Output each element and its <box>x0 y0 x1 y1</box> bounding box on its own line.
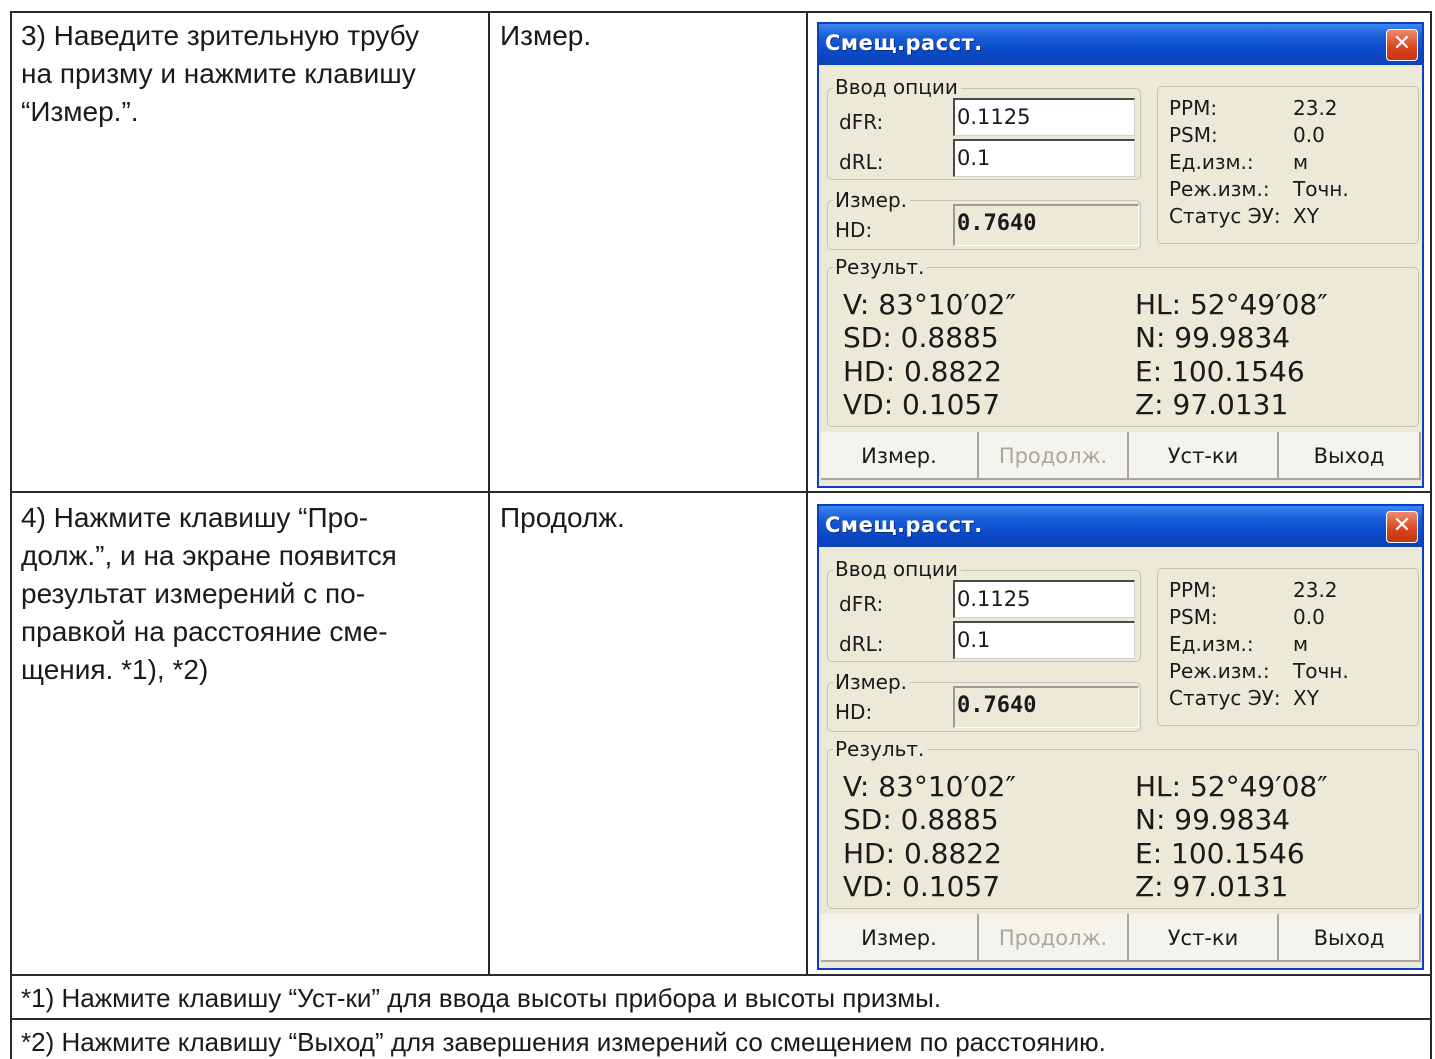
hd-label: HD: <box>835 218 873 242</box>
exit-button[interactable]: Выход <box>1279 432 1421 480</box>
ppm-value: 23.2 <box>1293 578 1338 602</box>
offset-distance-dialog: Смещ.расст. ✕ Ввод опции dFR: 0.1125 dRL… <box>817 22 1424 488</box>
unit-value: м <box>1293 632 1309 656</box>
result-v: V: 83°10′02″ <box>843 288 1016 321</box>
hd-label: HD: <box>835 700 873 724</box>
dialog-title: Смещ.расст. <box>825 31 983 55</box>
drl-input[interactable]: 0.1 <box>953 621 1135 659</box>
footnote-1: *1) Нажмите клавишу “Уст-ки” для ввода в… <box>21 983 942 1013</box>
button-bar: Измер. Продолж. Уст-ки Выход <box>821 432 1421 482</box>
status-value: XY <box>1293 686 1319 710</box>
close-icon[interactable]: ✕ <box>1386 511 1418 543</box>
exit-button[interactable]: Выход <box>1279 914 1421 962</box>
settings-button[interactable]: Уст-ки <box>1129 914 1279 962</box>
dialog-title: Смещ.расст. <box>825 513 983 537</box>
offset-distance-dialog: Смещ.расст. ✕ Ввод опции dFR: 0.1125 dRL… <box>817 504 1424 970</box>
measure-button[interactable]: Измер. <box>821 432 979 480</box>
measure-button[interactable]: Измер. <box>821 914 979 962</box>
result-sd: SD: 0.8885 <box>843 321 999 354</box>
dialog-titlebar: Смещ.расст. ✕ <box>819 24 1422 65</box>
status-value: XY <box>1293 204 1319 228</box>
result-hd: HD: 0.8822 <box>843 355 1002 388</box>
row-divider <box>10 974 1432 976</box>
settings-button[interactable]: Уст-ки <box>1129 432 1279 480</box>
column-divider <box>806 11 808 976</box>
result-hl: HL: 52°49′08″ <box>1135 770 1328 803</box>
status-label: Статус ЭУ: <box>1169 204 1281 228</box>
column-divider <box>488 11 490 976</box>
psm-label: PSM: <box>1169 605 1218 629</box>
unit-label: Ед.изм.: <box>1169 632 1254 656</box>
result-hl: HL: 52°49′08″ <box>1135 288 1328 321</box>
input-options-legend: Ввод опции <box>833 558 961 580</box>
continue-button[interactable]: Продолж. <box>979 432 1129 480</box>
result-vd: VD: 0.1057 <box>843 388 1001 421</box>
result-z: Z: 97.0131 <box>1135 870 1289 903</box>
result-sd: SD: 0.8885 <box>843 803 999 836</box>
drl-label: dRL: <box>839 632 884 656</box>
dfr-label: dFR: <box>839 592 884 616</box>
status-label: Статус ЭУ: <box>1169 686 1281 710</box>
result-legend: Результ. <box>833 256 928 278</box>
unit-label: Ед.изм.: <box>1169 150 1254 174</box>
psm-value: 0.0 <box>1293 605 1325 629</box>
footnote-2: *2) Нажмите клавишу “Выход” для завершен… <box>21 1027 1106 1057</box>
ppm-label: PPM: <box>1169 578 1218 602</box>
step-4-key: Продолж. <box>500 502 625 533</box>
mode-label: Реж.изм.: <box>1169 177 1270 201</box>
mode-value: Точн. <box>1293 177 1349 201</box>
dfr-label: dFR: <box>839 110 884 134</box>
measure-legend: Измер. <box>833 189 911 211</box>
step-4-text: 4) Нажмите клавишу “Про- долж.”, и на эк… <box>21 502 397 685</box>
input-options-legend: Ввод опции <box>833 76 961 98</box>
hd-measured-value: 0.7640 <box>953 204 1139 246</box>
result-v: V: 83°10′02″ <box>843 770 1016 803</box>
dfr-input[interactable]: 0.1125 <box>953 580 1135 618</box>
hd-measured-value: 0.7640 <box>953 686 1139 728</box>
step-3-key: Измер. <box>500 20 592 51</box>
ppm-label: PPM: <box>1169 96 1218 120</box>
step-3-text: 3) Наведите зрительную трубу на призму и… <box>21 20 420 127</box>
unit-value: м <box>1293 150 1309 174</box>
psm-value: 0.0 <box>1293 123 1325 147</box>
dialog-titlebar: Смещ.расст. ✕ <box>819 506 1422 547</box>
close-icon[interactable]: ✕ <box>1386 29 1418 61</box>
ppm-value: 23.2 <box>1293 96 1338 120</box>
result-hd: HD: 0.8822 <box>843 837 1002 870</box>
mode-label: Реж.изм.: <box>1169 659 1270 683</box>
measure-legend: Измер. <box>833 671 911 693</box>
result-e: E: 100.1546 <box>1135 355 1305 388</box>
button-bar: Измер. Продолж. Уст-ки Выход <box>821 914 1421 964</box>
psm-label: PSM: <box>1169 123 1218 147</box>
dfr-input[interactable]: 0.1125 <box>953 98 1135 136</box>
row-divider <box>10 1018 1432 1020</box>
result-n: N: 99.9834 <box>1135 321 1291 354</box>
result-z: Z: 97.0131 <box>1135 388 1289 421</box>
drl-label: dRL: <box>839 150 884 174</box>
result-vd: VD: 0.1057 <box>843 870 1001 903</box>
row-divider <box>10 491 1432 493</box>
continue-button[interactable]: Продолж. <box>979 914 1129 962</box>
result-legend: Результ. <box>833 738 928 760</box>
mode-value: Точн. <box>1293 659 1349 683</box>
result-e: E: 100.1546 <box>1135 837 1305 870</box>
result-n: N: 99.9834 <box>1135 803 1291 836</box>
drl-input[interactable]: 0.1 <box>953 139 1135 177</box>
